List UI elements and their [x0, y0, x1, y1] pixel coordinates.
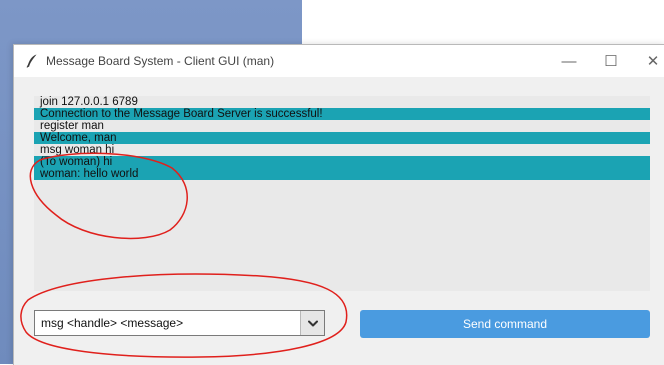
command-input[interactable]: [35, 311, 299, 335]
desktop-background-light: [302, 0, 664, 44]
send-command-button[interactable]: Send command: [360, 310, 650, 338]
title-bar[interactable]: Message Board System - Client GUI (man) …: [14, 45, 664, 77]
command-combobox[interactable]: [34, 310, 325, 336]
maximize-button[interactable]: ☐: [590, 45, 632, 77]
window-title: Message Board System - Client GUI (man): [46, 54, 275, 68]
message-log[interactable]: join 127.0.0.1 6789 Connection to the Me…: [34, 96, 650, 291]
log-line: join 127.0.0.1 6789: [40, 96, 138, 108]
log-line: register man: [40, 120, 104, 132]
feather-icon: [26, 54, 37, 68]
client-window: Message Board System - Client GUI (man) …: [13, 44, 664, 365]
close-icon: ✕: [646, 53, 660, 70]
command-dropdown-button[interactable]: [300, 311, 324, 335]
minimize-button[interactable]: —: [548, 45, 590, 77]
close-button[interactable]: ✕: [632, 45, 664, 77]
log-line: msg woman hi: [40, 144, 115, 156]
minimize-icon: —: [561, 52, 577, 70]
send-command-label: Send command: [462, 317, 548, 331]
log-line: woman: hello world: [34, 168, 650, 180]
log-line: (To woman) hi: [34, 156, 650, 168]
maximize-icon: ☐: [604, 53, 618, 70]
log-line: Welcome, man: [34, 132, 650, 144]
client-area: join 127.0.0.1 6789 Connection to the Me…: [14, 77, 664, 365]
chevron-down-icon: [307, 320, 318, 326]
log-line: Connection to the Message Board Server i…: [34, 108, 650, 120]
